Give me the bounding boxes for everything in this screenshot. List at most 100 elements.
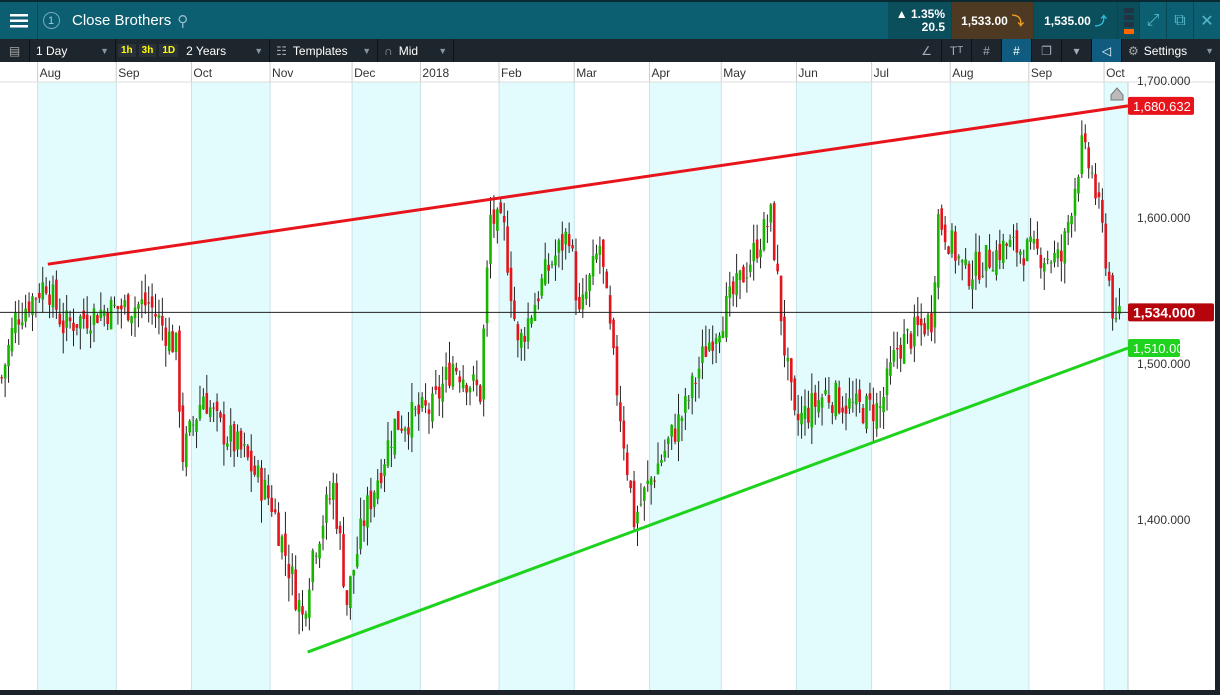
chart-area[interactable]: Aug Sep Oct Nov Dec 2018 Feb Mar Apr May Jun Jul Aug… [0, 62, 1215, 690]
instrument-title[interactable]: Close Brothers ⚲ [64, 2, 884, 39]
candle-body [786, 357, 790, 362]
popout-icon[interactable]: ⧉ [1167, 2, 1194, 39]
indicator-icon[interactable]: ▾ [1062, 39, 1092, 62]
candle-body [919, 318, 923, 326]
candle-body [79, 316, 82, 329]
candle-body [813, 392, 817, 407]
candle-body [677, 414, 680, 442]
candle-body [116, 305, 120, 309]
candle-body [666, 438, 670, 445]
candle-body [643, 487, 646, 501]
candle-body [950, 230, 954, 254]
price-chart[interactable]: Aug Sep Oct Nov Dec 2018 Feb Mar Apr May Jun Jul Aug… [0, 62, 1215, 690]
candle-body [933, 282, 937, 328]
quick-3h[interactable]: 3h [138, 44, 157, 57]
range-select[interactable]: 2 Years ▼ [180, 39, 271, 62]
candle-body [133, 307, 137, 319]
candle-body [335, 482, 338, 529]
x-tick-label: May [723, 66, 746, 80]
x-tick-label: Sep [118, 66, 140, 80]
candle-body [195, 419, 198, 432]
candle-body [328, 498, 332, 500]
candle-body [998, 243, 1002, 261]
month-shade [950, 82, 1029, 690]
interval-select[interactable]: 1 Day ▼ [30, 39, 116, 62]
candle-body [725, 295, 728, 338]
candle-body [516, 324, 520, 341]
candle-body [540, 278, 544, 296]
candle-body [147, 302, 150, 304]
label-icon[interactable]: ◁ [1092, 39, 1122, 62]
candle-body [564, 231, 568, 245]
candle-body [728, 286, 732, 298]
candle-body [906, 329, 909, 331]
candle-body [660, 459, 663, 463]
candle-body [988, 249, 991, 268]
candle-body [581, 294, 585, 310]
candle-body [526, 318, 530, 342]
text-icon[interactable]: TT [942, 39, 972, 62]
candle-body [509, 267, 513, 302]
candle-body [243, 444, 246, 446]
candle-body [595, 253, 598, 260]
candle-body [202, 396, 205, 410]
draw-line-icon[interactable]: ∠ [912, 39, 942, 62]
settings-button[interactable]: ⚙ Settings ▼ [1122, 39, 1220, 62]
month-shade [37, 82, 117, 690]
settings-label: Settings [1143, 43, 1188, 58]
candle-body [878, 406, 882, 408]
window-number-badge[interactable]: 1 [38, 2, 64, 39]
crosshair-icon[interactable]: # [1002, 39, 1032, 62]
candle-body [1019, 251, 1022, 255]
layers-icon[interactable]: ❐ [1032, 39, 1062, 62]
candle-body [872, 404, 875, 422]
candle-body [523, 335, 526, 342]
candle-body [745, 277, 749, 279]
quick-1d[interactable]: 1D [159, 44, 179, 57]
range-value: 2 Years [186, 43, 227, 58]
candle-body [1046, 258, 1049, 260]
grid-icon[interactable]: # [972, 39, 1002, 62]
candle-body [1101, 199, 1104, 223]
y-tick-label: 1,600.000 [1137, 211, 1191, 225]
candle-body [232, 423, 236, 452]
candle-body [290, 566, 294, 575]
candle-body [27, 301, 31, 313]
candle-body [1053, 252, 1056, 263]
candle-body [841, 407, 844, 413]
price-type-select[interactable]: ∩ Mid ▼ [378, 39, 455, 62]
candle-body [465, 384, 468, 393]
candle-body [379, 472, 383, 484]
candle-body [1077, 176, 1080, 194]
candle-body [400, 428, 403, 431]
candle-body [868, 393, 872, 400]
candle-body [184, 433, 188, 468]
quick-1h[interactable]: 1h [118, 44, 136, 57]
candle-body [943, 224, 947, 243]
chart-toolbar: ▤ 1 Day ▼ 1h 3h 1D 2 Years ▼ ☷ Templates ▼ ∩… [0, 39, 1220, 62]
support-price-label: 1,510.000 [1133, 341, 1191, 356]
candle-body [899, 344, 902, 359]
candle-body [420, 397, 424, 409]
expand-icon[interactable]: ⤢ [1140, 2, 1167, 39]
sell-button[interactable]: 1,533.00 ⤵ [952, 2, 1034, 39]
candle-body [89, 330, 92, 334]
close-icon[interactable]: ✕ [1194, 2, 1220, 39]
candle-body [58, 313, 62, 325]
current-price-label: 1,534.000 [1133, 304, 1195, 320]
templates-button[interactable]: ☷ Templates ▼ [270, 39, 379, 62]
buy-button[interactable]: 1,535.00 ⤴ [1034, 2, 1118, 39]
list-icon[interactable]: ▤ [0, 39, 30, 62]
candle-body [51, 284, 55, 308]
candle-body [123, 300, 127, 308]
chevron-down-icon: ▼ [438, 45, 448, 56]
search-icon[interactable]: ⚲ [177, 12, 188, 30]
interval-value: 1 Day [36, 43, 68, 58]
candle-body [1036, 238, 1039, 249]
candle-body [113, 304, 116, 306]
x-tick-label: Oct [193, 66, 212, 80]
candle-body [844, 405, 848, 414]
menu-icon[interactable] [0, 2, 38, 39]
candle-body [772, 203, 776, 260]
candle-body [226, 443, 229, 447]
